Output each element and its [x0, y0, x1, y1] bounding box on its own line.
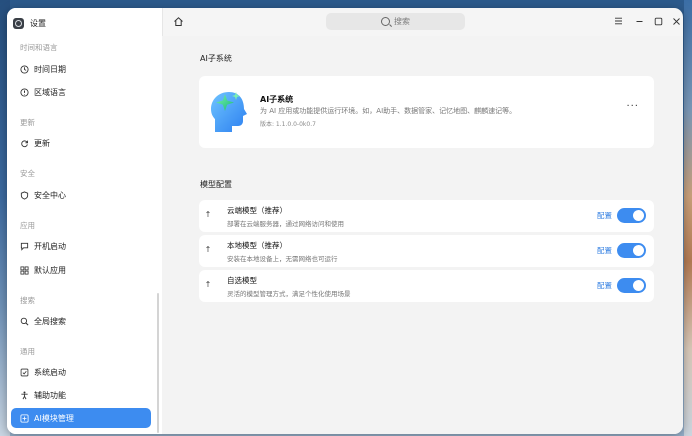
ai-section-title: AI子系统: [200, 54, 232, 63]
ai-subsystem-name: AI子系统: [260, 95, 294, 104]
sidebar-item-ai-module[interactable]: AI模块管理: [11, 408, 151, 428]
ai-subsystem-description: 为 AI 应用或功能提供运行环境。如，AI助手、数据管家、记忆地图、麒麟速记等。: [260, 107, 517, 115]
main-content: AI子系统 AI子系统 为 AI 应用或功能提供运行环境。如，AI助手、数据管家…: [162, 36, 683, 434]
sidebar-item-label: 更新: [34, 138, 50, 148]
sidebar-item-system-boot[interactable]: 系统启动: [11, 362, 151, 382]
model-toggle-switch[interactable]: [617, 278, 646, 293]
model-description: 部署在云端服务器，通过网络访问和使用: [227, 220, 344, 228]
model-description: 灵活的模型管理方式，满足个性化使用场景: [227, 290, 351, 298]
minimize-button[interactable]: [634, 16, 644, 26]
search-icon: [381, 17, 390, 26]
settings-app-icon: [13, 17, 24, 29]
sidebar-item-label: 时间日期: [34, 64, 66, 74]
title-bar: 搜索: [162, 8, 683, 36]
group-title-security: 安全: [20, 169, 35, 178]
sidebar-item-global-search[interactable]: 全局搜索: [11, 311, 151, 331]
model-title: 本地模型（推荐）: [227, 241, 287, 250]
boot-icon: [20, 368, 29, 377]
close-button[interactable]: [671, 16, 681, 26]
sidebar-scrollbar[interactable]: [157, 293, 159, 433]
sidebar-item-label: 开机启动: [34, 241, 66, 251]
accessibility-icon: [20, 391, 29, 400]
group-title-search: 搜索: [20, 296, 35, 305]
model-row-cloud: ↑ 云端模型（推荐） 部署在云端服务器，通过网络访问和使用 配置: [199, 200, 654, 232]
sidebar-item-label: 辅助功能: [34, 390, 66, 400]
settings-window: 设置 时间和语言 时间日期 区域语言 更新 更新 安全 安全中心 应用 开机启动…: [7, 8, 683, 434]
sidebar-item-region-language[interactable]: 区域语言: [11, 82, 151, 102]
sidebar-item-datetime[interactable]: 时间日期: [11, 59, 151, 79]
model-toggle-switch[interactable]: [617, 208, 646, 223]
maximize-icon: [654, 17, 662, 25]
search-placeholder: 搜索: [394, 17, 410, 26]
app-header: 设置: [13, 15, 46, 31]
chat-icon: [20, 242, 29, 251]
model-row-custom: ↑ 自选模型 灵活的模型管理方式，满足个性化使用场景 配置: [199, 270, 654, 302]
configure-link[interactable]: 配置: [597, 210, 612, 221]
sidebar-item-default-apps[interactable]: 默认应用: [11, 260, 151, 280]
sidebar-item-update[interactable]: 更新: [11, 133, 151, 153]
configure-link[interactable]: 配置: [597, 280, 612, 291]
ai-subsystem-card: AI子系统 为 AI 应用或功能提供运行环境。如，AI助手、数据管家、记忆地图、…: [199, 76, 654, 148]
sidebar-item-label: 默认应用: [34, 265, 66, 275]
ai-subsystem-version: 版本: 1.1.0.0-0k0.7: [260, 121, 316, 128]
maximize-button[interactable]: [653, 16, 663, 26]
model-toggle-switch[interactable]: [617, 243, 646, 258]
model-row-local: ↑ 本地模型（推荐） 安装在本地设备上，无需网络也可运行 配置: [199, 235, 654, 267]
ai-module-icon: [20, 413, 29, 423]
group-title-time-language: 时间和语言: [20, 43, 58, 52]
group-title-update: 更新: [20, 118, 35, 127]
app-title: 设置: [30, 18, 46, 28]
model-title: 自选模型: [227, 276, 257, 285]
arrow-up-icon: ↑: [204, 245, 212, 254]
more-options-button[interactable]: ···: [626, 101, 639, 112]
sidebar-item-label: 全局搜索: [34, 316, 66, 326]
sidebar: 设置 时间和语言 时间日期 区域语言 更新 更新 安全 安全中心 应用 开机启动…: [7, 8, 163, 434]
sidebar-item-security-center[interactable]: 安全中心: [11, 185, 151, 205]
desktop-background-right: [684, 0, 692, 436]
sidebar-item-label: 系统启动: [34, 367, 66, 377]
search-icon: [20, 317, 29, 326]
group-title-apps: 应用: [20, 221, 35, 230]
search-input[interactable]: 搜索: [326, 13, 465, 30]
home-button[interactable]: [173, 16, 184, 27]
configure-link[interactable]: 配置: [597, 245, 612, 256]
shield-icon: [20, 190, 29, 200]
model-section-title: 模型配置: [200, 180, 232, 189]
close-icon: [672, 17, 680, 25]
sidebar-item-autostart[interactable]: 开机启动: [11, 236, 151, 256]
ai-head-logo-icon: [211, 92, 247, 132]
menu-button[interactable]: [613, 16, 623, 26]
refresh-icon: [20, 139, 29, 148]
group-title-general: 通用: [20, 347, 35, 356]
sidebar-item-label: 区域语言: [34, 87, 66, 97]
arrow-up-icon: ↑: [204, 280, 212, 289]
menu-icon: [614, 17, 622, 25]
clock-icon: [20, 64, 29, 74]
home-icon: [174, 17, 183, 26]
minimize-icon: [636, 20, 642, 22]
model-title: 云端模型（推荐）: [227, 206, 287, 215]
model-description: 安装在本地设备上，无需网络也可运行: [227, 255, 338, 263]
globe-icon: [20, 87, 29, 97]
sidebar-item-accessibility[interactable]: 辅助功能: [11, 385, 151, 405]
arrow-up-icon: ↑: [204, 210, 212, 219]
grid-icon: [20, 265, 29, 275]
sidebar-item-label: 安全中心: [34, 190, 66, 200]
sidebar-item-label: AI模块管理: [34, 413, 74, 423]
